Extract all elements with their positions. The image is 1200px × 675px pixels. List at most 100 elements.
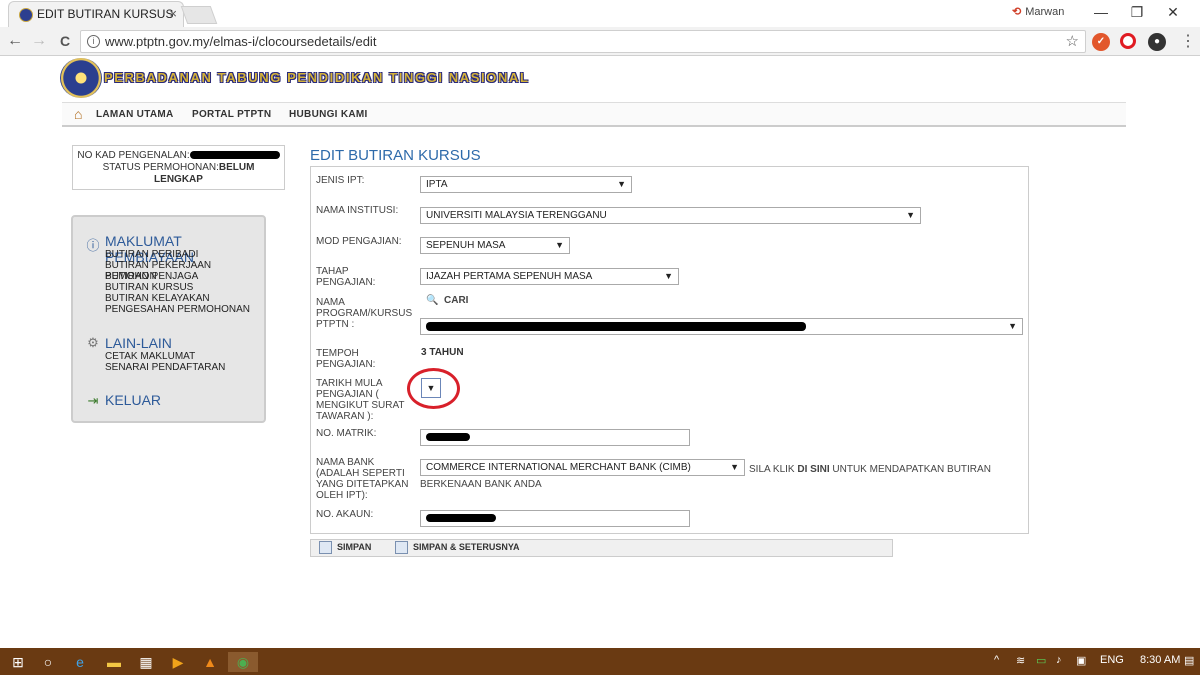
jenis-ipt-label: JENIS IPT: (316, 175, 365, 186)
sidebar-item-course[interactable]: BUTIRAN KURSUS (105, 282, 193, 293)
institusi-value: UNIVERSITI MALAYSIA TERENGGANU (426, 210, 607, 221)
close-window-button[interactable]: ✕ (1158, 2, 1188, 24)
tahap-select[interactable]: IJAZAH PERTAMA SEPENUH MASA ▼ (420, 268, 679, 285)
sidebar-item-logout[interactable]: KELUAR (105, 392, 161, 408)
back-button[interactable]: ← (4, 31, 26, 53)
cortana-icon[interactable]: ○ (38, 652, 58, 672)
browser-tab-bar: EDIT BUTIRAN KURSUS × ⟲ Marwan — ❐ ✕ (0, 0, 1200, 27)
bank-note-3: BERKENAAN BANK ANDA (420, 479, 542, 490)
sidebar-item-qualification[interactable]: BUTIRAN KELAYAKAN (105, 293, 210, 304)
jenis-ipt-select[interactable]: IPTA ▼ (420, 176, 632, 193)
program-label-2: PROGRAM/KURSUS (316, 308, 413, 319)
sidebar-item-guardian[interactable]: BUTIRAN PENJAGA (105, 271, 198, 282)
chrome-icon[interactable]: ◉ (228, 652, 258, 672)
spy-extension-icon[interactable]: ● (1148, 33, 1166, 51)
bookmark-star-icon[interactable]: ☆ (1066, 31, 1079, 52)
clock[interactable]: 8:30 AM (1140, 654, 1180, 666)
restore-button[interactable]: ❐ (1122, 2, 1152, 24)
redacted-akaun (426, 514, 496, 522)
program-label-1: NAMA (316, 297, 345, 308)
tray-chevron-icon[interactable]: ^ (994, 654, 999, 666)
profile-chip[interactable]: ⟲ Marwan (1012, 5, 1064, 18)
browser-menu-icon[interactable]: ⋮ (1180, 31, 1196, 51)
dropdown-arrow-icon: ▼ (1008, 321, 1017, 331)
bank-label-2: (ADALAH SEPERTI (316, 468, 405, 479)
redacted-program (426, 321, 806, 331)
opera-extension-icon[interactable] (1120, 33, 1136, 49)
tarikh-label-4: TAWARAN ): (316, 411, 374, 422)
new-tab-button[interactable] (180, 6, 218, 24)
wifi-icon[interactable]: ≋ (1016, 654, 1025, 667)
status-value-2: LENGKAP (154, 174, 203, 185)
start-date-dropdown[interactable]: ▼ (421, 378, 441, 398)
save-next-button[interactable]: SIMPAN & SETERUSNYA (395, 541, 520, 554)
institusi-select[interactable]: UNIVERSITI MALAYSIA TERENGGANU ▼ (420, 207, 921, 224)
file-explorer-icon[interactable]: ▬ (104, 652, 124, 672)
media-player-icon[interactable]: ▶ (168, 652, 188, 672)
save-next-icon (395, 541, 408, 554)
tahap-value: IJAZAH PERTAMA SEPENUH MASA (426, 271, 593, 282)
battery-icon[interactable]: ▭ (1036, 654, 1046, 667)
action-center-icon[interactable]: ▤ (1184, 654, 1194, 667)
matrik-label: NO. MATRIK: (316, 428, 377, 439)
site-info-icon[interactable]: i (87, 35, 100, 48)
volume-icon[interactable]: ♪ (1056, 654, 1062, 666)
windows-taskbar: ⊞ ○ e ▬ ▦ ▶ ▲ ◉ ^ ≋ ▭ ♪ ▣ ENG 8:30 AM ▤ (0, 648, 1200, 675)
forward-button[interactable]: → (28, 31, 50, 53)
ptptn-logo (60, 58, 102, 98)
cari-link[interactable]: 🔍 CARI (426, 295, 468, 306)
cari-label: CARI (444, 295, 469, 306)
vlc-icon[interactable]: ▲ (200, 652, 220, 672)
save-next-label: SIMPAN & SETERUSNYA (413, 542, 520, 552)
gear-icon: ⚙ (87, 335, 99, 350)
address-bar[interactable]: i www.ptptn.gov.my/elmas-i/clocoursedeta… (80, 30, 1086, 53)
institusi-label: NAMA INSTITUSI: (316, 205, 399, 216)
tarikh-label-2: PENGAJIAN ( (316, 389, 379, 400)
tempoh-label: TEMPOH PENGAJIAN: (316, 348, 375, 370)
profile-name: Marwan (1025, 6, 1065, 18)
language-indicator[interactable]: ENG (1100, 654, 1124, 666)
tempoh-value: 3 TAHUN (421, 347, 464, 358)
tahap-label-1: TAHAP (316, 266, 349, 277)
minimize-button[interactable]: — (1086, 2, 1116, 24)
tab-title: EDIT BUTIRAN KURSUS (37, 7, 174, 21)
tarikh-label: TARIKH MULA PENGAJIAN (MENGIKUT SURAT TAWA… (316, 378, 405, 422)
exit-icon: ⇥ (87, 393, 99, 408)
notification-icon[interactable]: ▣ (1076, 654, 1086, 667)
dropdown-arrow-icon: ▼ (664, 271, 673, 281)
tempoh-label-1: TEMPOH (316, 348, 359, 359)
sidebar-item-confirmation[interactable]: PENGESAHAN PERMOHONAN (105, 304, 250, 315)
reload-button[interactable]: C (54, 31, 76, 53)
edge-icon[interactable]: e (70, 652, 90, 672)
program-label: NAMA PROGRAM/KURSUS PTPTN : (316, 297, 412, 330)
user-status-box: NO KAD PENGENALAN: STATUS PERMOHONAN:BEL… (72, 145, 285, 190)
bank-note: SILA KLIK DI SINI UNTUK MENDAPATKAN BUTI… (749, 462, 991, 478)
windows-start-icon[interactable]: ⊞ (8, 652, 28, 672)
nav-home-link[interactable]: LAMAN UTAMA (96, 109, 174, 120)
bank-label-4: OLEH IPT): (316, 490, 368, 501)
tab-close-icon[interactable]: × (169, 2, 177, 26)
browser-tab[interactable]: EDIT BUTIRAN KURSUS × (8, 1, 184, 27)
store-icon[interactable]: ▦ (136, 652, 156, 672)
mod-select[interactable]: SEPENUH MASA ▼ (420, 237, 570, 254)
bank-label-3: YANG DITETAPKAN (316, 479, 409, 490)
redacted-matrik (426, 433, 470, 441)
bank-select[interactable]: COMMERCE INTERNATIONAL MERCHANT BANK (CI… (420, 459, 745, 476)
tarikh-label-3: MENGIKUT SURAT (316, 400, 405, 411)
dropdown-arrow-icon: ▼ (555, 240, 564, 250)
program-select[interactable]: ▼ (420, 318, 1023, 335)
sidebar-item-registration-list[interactable]: SENARAI PENDAFTARAN (105, 362, 225, 373)
extension-icon[interactable]: ✓ (1092, 33, 1110, 51)
akaun-input[interactable] (420, 510, 690, 527)
home-icon[interactable]: ⌂ (74, 106, 82, 122)
nav-contact-link[interactable]: HUBUNGI KAMI (289, 109, 368, 120)
nav-portal-link[interactable]: PORTAL PTPTN (192, 109, 271, 120)
url-text: www.ptptn.gov.my/elmas-i/clocoursedetail… (105, 34, 377, 49)
mod-label: MOD PENGAJIAN: (316, 236, 402, 247)
sidebar-item-print[interactable]: CETAK MAKLUMAT (105, 351, 195, 362)
bank-note-link[interactable]: DI SINI (797, 464, 829, 475)
dropdown-arrow-icon: ▼ (906, 210, 915, 220)
matrik-input[interactable] (420, 429, 690, 446)
sidebar-item-personal[interactable]: BUTIRAN PERIBADI (105, 249, 198, 260)
save-button[interactable]: SIMPAN (319, 541, 371, 554)
